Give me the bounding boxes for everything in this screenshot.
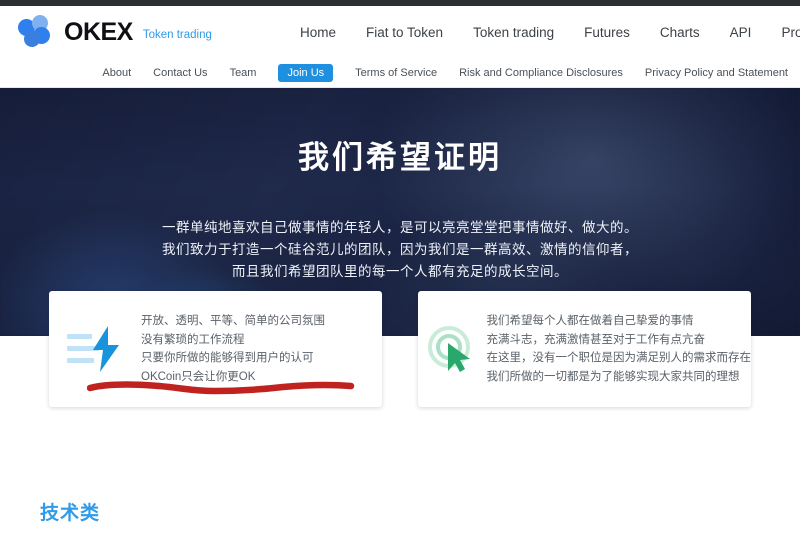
hero-paragraph: 一群单纯地喜欢自己做事情的年轻人，是可以亮亮堂堂把事情做好、做大的。 我们致力于… [0,217,800,283]
card-icon-wrapper [49,326,141,372]
card-icon-wrapper [418,325,487,373]
nav-item-token-trading[interactable]: Token trading [473,25,554,40]
mission-line-4: 我们所做的一切都是为了能够实现大家共同的理想 [487,368,752,387]
hero-line-2: 我们致力于打造一个硅谷范儿的团队，因为我们是一群高效、激情的信仰者， [162,242,638,257]
logo-subtitle: Token trading [143,29,212,41]
okex-logo-icon [18,14,56,50]
mission-card: 我们希望每个人都在做着自己挚爱的事情 充满斗志，充满激情甚至对于工作有点亢奋 在… [418,291,751,407]
subnav-item-terms-of-service[interactable]: Terms of Service [355,67,437,79]
lightning-bolt-icon [67,326,123,372]
nav-item-futures[interactable]: Futures [584,25,630,40]
nav-item-api[interactable]: API [730,25,752,40]
culture-card-text: 开放、透明、平等、简单的公司氛围 没有繁琐的工作流程 只要你所做的能够得到用户的… [141,312,325,386]
mission-line-2: 充满斗志，充满激情甚至对于工作有点亢奋 [487,331,752,350]
jobs-section-title: 技术类 [40,498,800,525]
subnav-item-team[interactable]: Team [230,67,257,79]
culture-card: 开放、透明、平等、简单的公司氛围 没有繁琐的工作流程 只要你所做的能够得到用户的… [49,291,382,407]
logo-wordmark: OKEX [64,18,133,47]
brand-logo[interactable]: OKEX Token trading [18,14,212,50]
secondary-navigation: About Contact Us Team Join Us Terms of S… [0,58,800,88]
hero-line-3: 而且我们希望团队里的每一个人都有充足的成长空间。 [232,264,568,279]
subnav-item-about[interactable]: About [102,67,131,79]
mission-line-1: 我们希望每个人都在做着自己挚爱的事情 [487,312,752,331]
nav-item-charts[interactable]: Charts [660,25,700,40]
subnav-item-join-us[interactable]: Join Us [278,64,333,82]
nav-item-home[interactable]: Home [300,25,336,40]
hero-content: 我们希望证明 一群单纯地喜欢自己做事情的年轻人，是可以亮亮堂堂把事情做好、做大的… [0,88,800,283]
site-header: OKEX Token trading Home Fiat to Token To… [0,6,800,58]
bolt-glyph [91,326,121,372]
hero-title: 我们希望证明 [0,132,800,177]
mission-card-text: 我们希望每个人都在做着自己挚爱的事情 充满斗志，充满激情甚至对于工作有点亢奋 在… [487,312,752,386]
main-navigation: Home Fiat to Token Token trading Futures… [300,6,800,58]
cursor-click-icon [424,325,480,373]
cursor-glyph [424,325,480,373]
culture-line-1: 开放、透明、平等、简单的公司氛围 [141,312,325,331]
value-cards: 开放、透明、平等、简单的公司氛围 没有繁琐的工作流程 只要你所做的能够得到用户的… [0,291,800,407]
subnav-item-contact-us[interactable]: Contact Us [153,67,207,79]
red-underline-scribble [87,379,355,395]
culture-line-2: 没有繁琐的工作流程 [141,331,325,350]
subnav-item-privacy-policy[interactable]: Privacy Policy and Statement [645,67,788,79]
culture-line-3: 只要你所做的能够得到用户的认可 [141,349,325,368]
nav-item-fiat-to-token[interactable]: Fiat to Token [366,25,443,40]
hero-line-1: 一群单纯地喜欢自己做事情的年轻人，是可以亮亮堂堂把事情做好、做大的。 [162,220,638,235]
nav-item-products-label: Products [781,25,800,40]
nav-item-products[interactable]: Products [781,25,800,40]
subnav-item-risk-disclosures[interactable]: Risk and Compliance Disclosures [459,67,623,79]
mission-line-3: 在这里，没有一个职位是因为满足别人的需求而存在 [487,349,752,368]
